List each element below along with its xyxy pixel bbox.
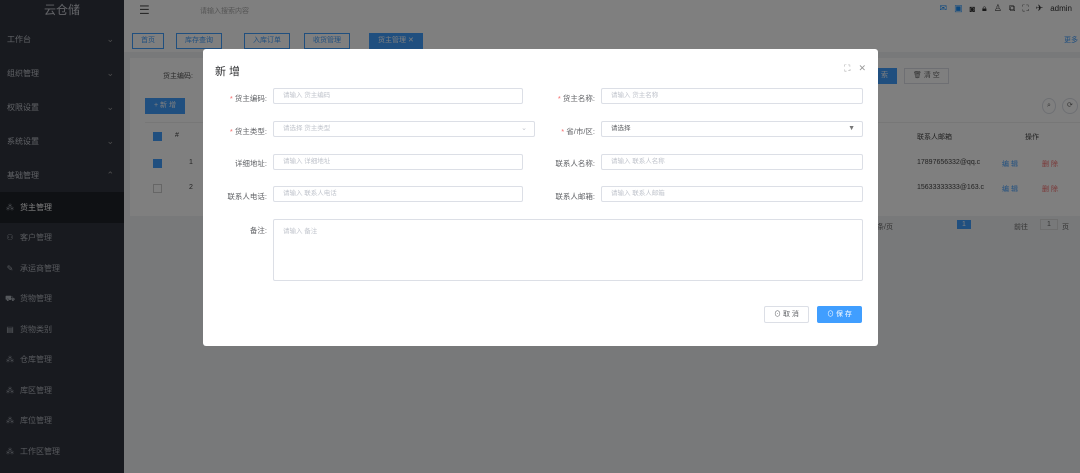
cancel-icon: ⊙ (774, 311, 781, 318)
dialog-controls: ⛶ ✕ (844, 63, 866, 74)
remark-textarea[interactable]: 请输入 备注 (273, 219, 863, 281)
contact-phone-input[interactable]: 请输入 联系人电话 (273, 186, 523, 202)
region-label: * 省/市/区: (561, 127, 595, 136)
cancel-button[interactable]: ⊙ 取 消 (764, 306, 809, 323)
owner-type-label: * 货主类型: (229, 127, 267, 136)
caret-down-icon: ▼ (848, 125, 855, 132)
contact-phone-label: 联系人电话: (227, 192, 267, 201)
fullscreen-icon[interactable]: ⛶ (844, 63, 850, 74)
contact-name-label: 联系人名称: (555, 159, 595, 168)
owner-name-input[interactable]: 请输入 货主名称 (601, 88, 863, 104)
address-input[interactable]: 请输入 详细地址 (273, 154, 523, 170)
owner-code-input[interactable]: 请输入 货主编码 (273, 88, 523, 104)
remark-label: 备注: (249, 226, 267, 235)
dialog-title: 新 增 (215, 66, 241, 78)
contact-name-input[interactable]: 请输入 联系人名称 (601, 154, 863, 170)
save-button[interactable]: ⊙ 保 存 (817, 306, 862, 323)
owner-type-select[interactable]: 请选择 货主类型 ⌄ (273, 121, 535, 137)
region-cascader[interactable]: 请选择 ▼ (601, 121, 863, 137)
owner-name-label: * 货主名称: (557, 94, 595, 103)
owner-code-label: * 货主编码: (229, 94, 267, 103)
contact-email-input[interactable]: 请输入 联系人邮箱 (601, 186, 863, 202)
address-label: 详细地址: (234, 159, 267, 168)
close-icon[interactable]: ✕ (858, 63, 866, 74)
contact-email-label: 联系人邮箱: (555, 192, 595, 201)
save-icon: ⊙ (827, 311, 834, 318)
add-owner-dialog: 新 增 ⛶ ✕ * 货主编码: 请输入 货主编码 * 货主名称: 请输入 货主名… (203, 49, 878, 346)
